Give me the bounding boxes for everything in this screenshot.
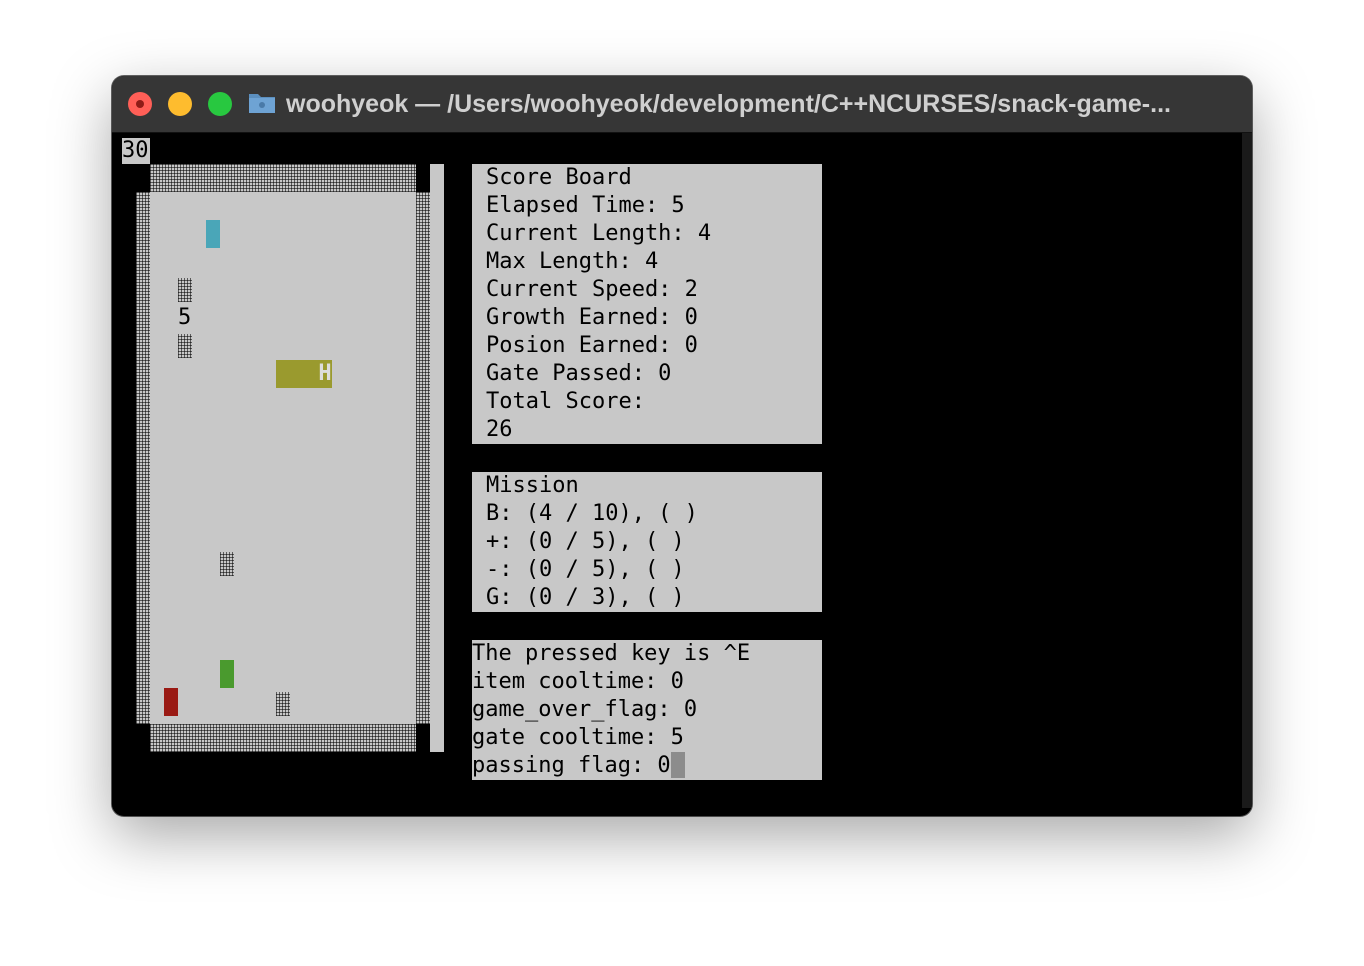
scrollbar[interactable]: [1242, 133, 1252, 808]
gate-cooltime: gate cooltime: 5: [472, 725, 684, 750]
wall-top: [150, 164, 416, 192]
frame-counter: 30: [122, 138, 150, 164]
poison-item: [164, 688, 178, 716]
current-speed: Current Speed: 2: [486, 277, 698, 302]
mission-g: G: (0 / 3), ( ): [486, 585, 685, 610]
zoom-button[interactable]: [208, 92, 232, 116]
folder-icon: [249, 94, 275, 113]
wall-bottom: [150, 724, 416, 752]
terminal-window: woohyeok — /Users/woohyeok/development/C…: [112, 76, 1252, 816]
inner-wall: [276, 692, 290, 716]
pressed-key: The pressed key is ^E: [472, 641, 751, 666]
total-score-value: 26: [486, 417, 513, 442]
total-score-label: Total Score:: [486, 389, 645, 414]
score-board-title: Score Board: [486, 165, 632, 190]
board-floor: [150, 192, 416, 724]
max-length: Max Length: 4: [486, 249, 659, 274]
inner-wall: [178, 334, 192, 358]
mission-plus: +: (0 / 5), ( ): [486, 529, 685, 554]
mission-minus: -: (0 / 5), ( ): [486, 557, 685, 582]
close-button[interactable]: [128, 92, 152, 116]
board-side-bar: [430, 164, 444, 752]
number-item: 5: [178, 305, 192, 330]
wall-right: [416, 192, 430, 724]
wall-left: [136, 192, 150, 724]
snake-head: H: [318, 361, 332, 386]
title-bar[interactable]: woohyeok — /Users/woohyeok/development/C…: [112, 76, 1252, 133]
growth-earned: Growth Earned: 0: [486, 305, 698, 330]
passing-flag: passing flag: 0: [472, 753, 671, 778]
elapsed-time: Elapsed Time: 5: [486, 193, 685, 218]
gate-cell: [206, 220, 220, 248]
debug-panel: The pressed key is ^E item cooltime: 0 g…: [472, 640, 822, 780]
item-cooltime: item cooltime: 0: [472, 669, 684, 694]
inner-wall: [220, 552, 234, 576]
passing-flag-row: passing flag: 0: [472, 752, 822, 780]
window-title: woohyeok — /Users/woohyeok/development/C…: [286, 90, 1171, 118]
gate-passed: Gate Passed: 0: [486, 361, 672, 386]
mission-b: B: (4 / 10), ( ): [486, 501, 698, 526]
score-board-panel: Score Board Elapsed Time: 5 Current Leng…: [472, 164, 822, 444]
current-length: Current Length: 4: [486, 221, 712, 246]
mission-panel: Mission B: (4 / 10), ( ) +: (0 / 5), ( )…: [472, 472, 822, 612]
poison-earned: Posion Earned: 0: [486, 333, 698, 358]
growth-item: [220, 660, 234, 688]
inner-wall: [178, 278, 192, 302]
mission-title: Mission: [486, 473, 579, 498]
game-over-flag: game_over_flag: 0: [472, 697, 698, 722]
text-cursor: [670, 752, 685, 778]
minimize-button[interactable]: [168, 92, 192, 116]
game-board: 5 H: [136, 164, 444, 752]
